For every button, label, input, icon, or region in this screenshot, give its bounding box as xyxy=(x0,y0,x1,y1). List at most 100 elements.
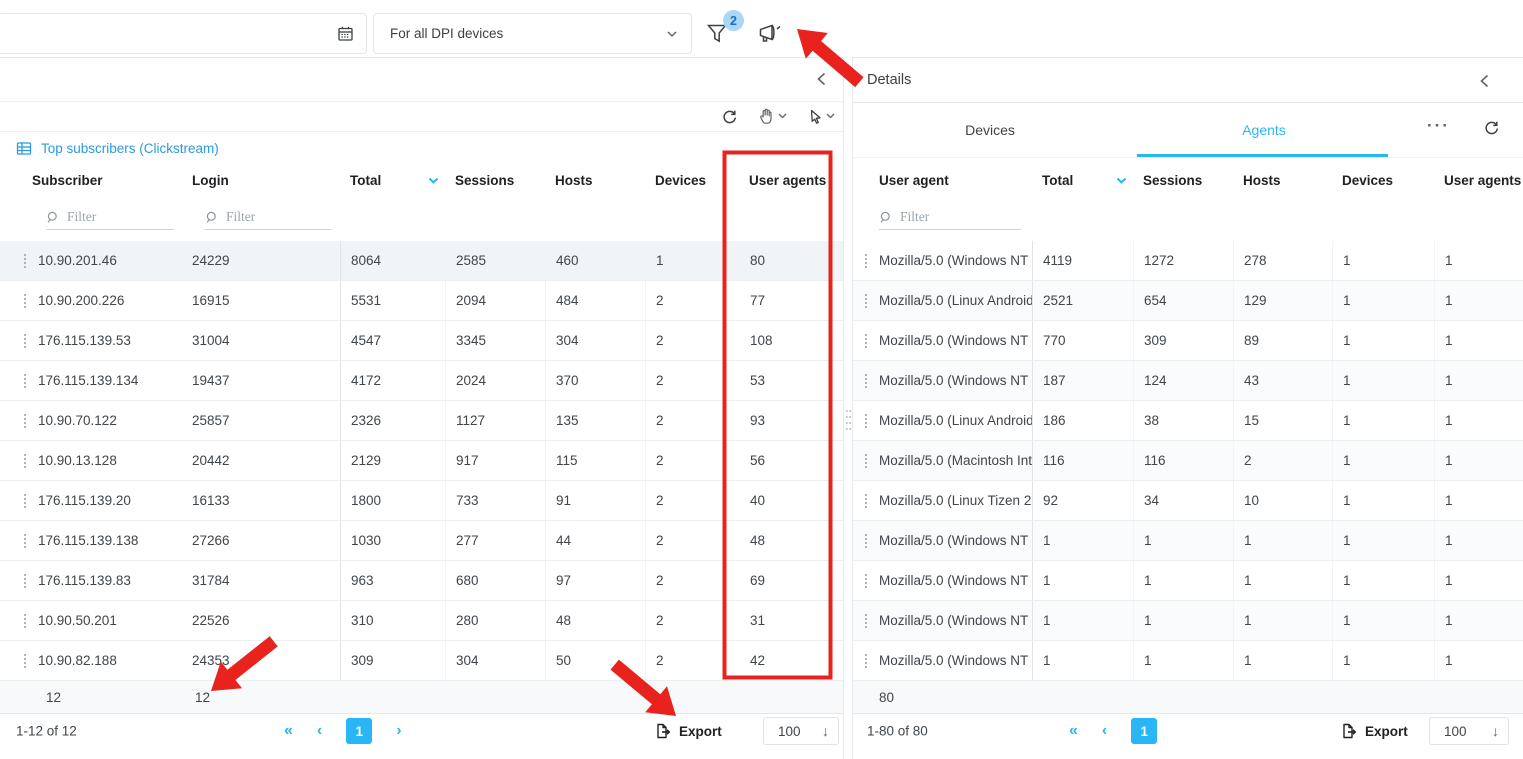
drag-handle-icon[interactable] xyxy=(23,333,27,349)
table-row[interactable]: Mozilla/5.0 (Macintosh Intel Mac OS X 10… xyxy=(853,441,1523,481)
announce-megaphone-icon[interactable] xyxy=(756,22,783,45)
column-header-hosts[interactable]: Hosts xyxy=(545,162,645,199)
page-size-select[interactable]: 100 ↓ xyxy=(1429,717,1509,745)
column-header-total[interactable]: Total xyxy=(1032,162,1133,199)
drag-handle-icon[interactable] xyxy=(23,493,27,509)
export-button[interactable]: Export xyxy=(1339,723,1408,739)
cell-subscriber: 10.90.50.201 xyxy=(0,601,182,640)
table-row[interactable]: 10.90.13.128 20442 2129 917 115 2 56 xyxy=(0,441,843,481)
table-row[interactable]: Mozilla/5.0 (Windows NT 10.0; WOW64) 187… xyxy=(853,361,1523,401)
drag-handle-icon[interactable] xyxy=(864,653,868,669)
column-header-user-agents[interactable]: User agents xyxy=(1434,162,1523,199)
column-header-user-agent[interactable]: User agent xyxy=(853,162,1032,199)
cell-sessions: 1272 xyxy=(1133,241,1233,280)
refresh-icon[interactable] xyxy=(1483,119,1500,136)
table-row[interactable]: 10.90.200.226 16915 5531 2094 484 2 77 xyxy=(0,281,843,321)
cell-subscriber: 176.115.139.53 xyxy=(0,321,182,360)
table-body: Mozilla/5.0 (Windows NT 10.0; Win64; x64… xyxy=(853,241,1523,681)
table-row[interactable]: Mozilla/5.0 (Windows NT 6.2; WOW64; rv:5… xyxy=(853,561,1523,601)
table-row[interactable]: 176.115.139.20 16133 1800 733 91 2 40 xyxy=(0,481,843,521)
table-row[interactable]: Mozilla/5.0 (Windows NT 10.0; Win64; x64… xyxy=(853,241,1523,281)
drag-handle-icon[interactable] xyxy=(23,413,27,429)
drag-handle-icon[interactable] xyxy=(864,253,868,269)
prev-page-button[interactable]: ‹ xyxy=(317,723,322,739)
table-row[interactable]: Mozilla/5.0 (Linux Android 9; SM-J530FM)… xyxy=(853,401,1523,441)
page-size-select[interactable]: 100 ↓ xyxy=(763,717,839,745)
table-row[interactable]: 176.115.139.134 19437 4172 2024 370 2 53 xyxy=(0,361,843,401)
prev-page-button[interactable]: ‹ xyxy=(1102,723,1107,739)
collapse-panel-icon[interactable] xyxy=(816,72,827,86)
column-header-devices[interactable]: Devices xyxy=(645,162,725,199)
panel-splitter[interactable] xyxy=(844,57,852,759)
table-row[interactable]: 176.115.139.83 31784 963 680 97 2 69 xyxy=(0,561,843,601)
more-options-icon[interactable]: ··· xyxy=(1427,116,1450,136)
column-header-hosts[interactable]: Hosts xyxy=(1233,162,1332,199)
drag-handle-icon[interactable] xyxy=(864,573,868,589)
drag-handle-icon[interactable] xyxy=(23,653,27,669)
summary-subscriber-count: 12 xyxy=(0,681,182,713)
table-row[interactable]: Mozilla/5.0 (Linux Android 11; SM-A515F)… xyxy=(853,281,1523,321)
login-filter-input[interactable] xyxy=(224,208,331,226)
device-filter-select[interactable]: For all DPI devices xyxy=(373,13,692,54)
table-row[interactable]: 10.90.82.188 24353 309 304 50 2 42 xyxy=(0,641,843,681)
drag-handle-icon[interactable] xyxy=(23,613,27,629)
cell-devices: 2 xyxy=(645,361,725,400)
first-page-button[interactable]: « xyxy=(1069,723,1078,739)
date-range-input[interactable] xyxy=(0,13,367,54)
column-header-total[interactable]: Total xyxy=(340,162,445,199)
table-row[interactable]: 176.115.139.138 27266 1030 277 44 2 48 xyxy=(0,521,843,561)
table-row[interactable]: Mozilla/5.0 (Windows NT 6.3; Win64; x64)… xyxy=(853,601,1523,641)
tab-devices[interactable]: Devices xyxy=(853,102,1127,157)
column-header-login[interactable]: Login xyxy=(182,162,340,199)
cell-total: 186 xyxy=(1032,401,1133,440)
column-header-devices[interactable]: Devices xyxy=(1332,162,1434,199)
pan-hand-tool[interactable] xyxy=(758,107,787,125)
select-cursor-tool[interactable] xyxy=(807,108,835,125)
drag-handle-icon[interactable] xyxy=(23,293,27,309)
tab-agents[interactable]: Agents xyxy=(1127,102,1401,157)
drag-handle-icon[interactable] xyxy=(23,573,27,589)
export-button[interactable]: Export xyxy=(653,723,722,739)
drag-handle-icon[interactable] xyxy=(864,493,868,509)
table-row[interactable]: 10.90.50.201 22526 310 280 48 2 31 xyxy=(0,601,843,641)
drag-handle-icon[interactable] xyxy=(864,333,868,349)
column-header-sessions[interactable]: Sessions xyxy=(1133,162,1233,199)
user-agent-filter-input[interactable] xyxy=(898,208,1021,226)
splitter-handle-icon xyxy=(845,409,852,431)
table-row[interactable]: 176.115.139.53 31004 4547 3345 304 2 108 xyxy=(0,321,843,361)
table-row[interactable]: 10.90.70.122 25857 2326 1127 135 2 93 xyxy=(0,401,843,441)
drag-handle-icon[interactable] xyxy=(864,453,868,469)
drag-handle-icon[interactable] xyxy=(23,373,27,389)
drag-handle-icon[interactable] xyxy=(864,413,868,429)
drag-handle-icon[interactable] xyxy=(23,453,27,469)
refresh-icon[interactable] xyxy=(721,108,738,125)
drag-handle-icon[interactable] xyxy=(23,253,27,269)
table-row[interactable]: Mozilla/5.0 (Windows NT 6.1; Win64; x64)… xyxy=(853,321,1523,361)
cursor-icon xyxy=(807,108,823,125)
drag-handle-icon[interactable] xyxy=(23,533,27,549)
table-row[interactable]: Mozilla/5.0 (Linux Tizen 2.3) AppleWebKi… xyxy=(853,481,1523,521)
column-header-subscriber[interactable]: Subscriber xyxy=(0,162,182,199)
cell-user-agents: 1 xyxy=(1434,361,1523,400)
column-header-sessions[interactable]: Sessions xyxy=(445,162,545,199)
drag-handle-icon[interactable] xyxy=(864,533,868,549)
drag-handle-icon[interactable] xyxy=(864,373,868,389)
cell-devices: 1 xyxy=(1332,281,1434,320)
table-row[interactable]: 10.90.201.46 24229 8064 2585 460 1 80 xyxy=(0,241,843,281)
cell-sessions: 116 xyxy=(1133,441,1233,480)
column-header-user-agents[interactable]: User agents xyxy=(725,162,843,199)
arrow-down-icon: ↓ xyxy=(822,723,829,739)
page-number-button[interactable]: 1 xyxy=(1131,718,1157,744)
table-row[interactable]: Mozilla/5.0 (Windows NT 6.1; Win64; x64;… xyxy=(853,641,1523,681)
first-page-button[interactable]: « xyxy=(284,723,293,739)
page-number-button[interactable]: 1 xyxy=(346,718,372,744)
drag-handle-icon[interactable] xyxy=(864,613,868,629)
cell-user-agent: Mozilla/5.0 (Linux Android 11; SM-A515F) xyxy=(853,281,1032,320)
cell-login: 31784 xyxy=(182,561,340,600)
next-page-button[interactable]: › xyxy=(396,723,401,739)
subscriber-filter-input[interactable] xyxy=(65,208,174,226)
collapse-panel-icon[interactable] xyxy=(1479,74,1490,88)
cell-login: 31004 xyxy=(182,321,340,360)
table-row[interactable]: Mozilla/5.0 (Windows NT 6.1; WOW64; rv:5… xyxy=(853,521,1523,561)
drag-handle-icon[interactable] xyxy=(864,293,868,309)
